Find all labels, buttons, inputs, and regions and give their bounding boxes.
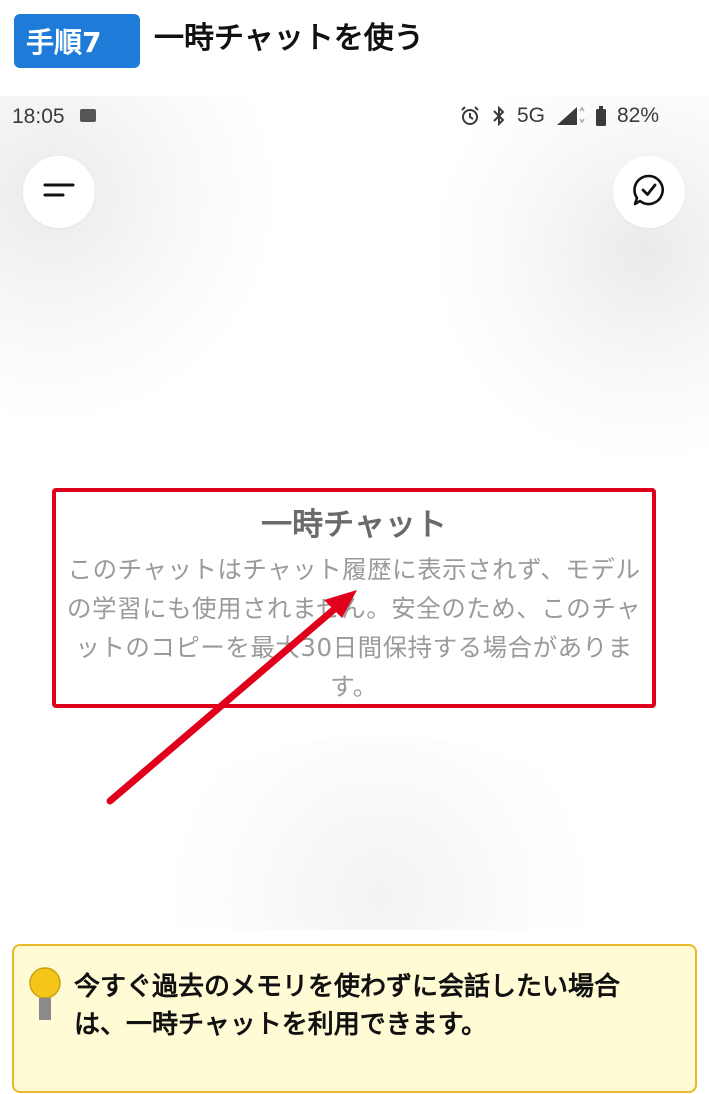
- tip-box: 今すぐ過去のメモリを使わずに会話したい場合は、一時チャットを利用できます。: [12, 944, 697, 1093]
- tip-text: 今すぐ過去のメモリを使わずに会話したい場合は、一時チャットを利用できます。: [74, 972, 621, 1040]
- step-header: 手順7 一時チャットを使う: [0, 0, 709, 92]
- step-title: 一時チャットを使う: [154, 21, 424, 56]
- step-badge: 手順7: [14, 14, 140, 68]
- pointer-arrow: [106, 590, 357, 805]
- lightbulb-icon: [28, 966, 62, 1026]
- phone-screenshot: 18:05 5G 82% 一時チャット このチャットはチャット履歴に表示されず、…: [0, 96, 709, 930]
